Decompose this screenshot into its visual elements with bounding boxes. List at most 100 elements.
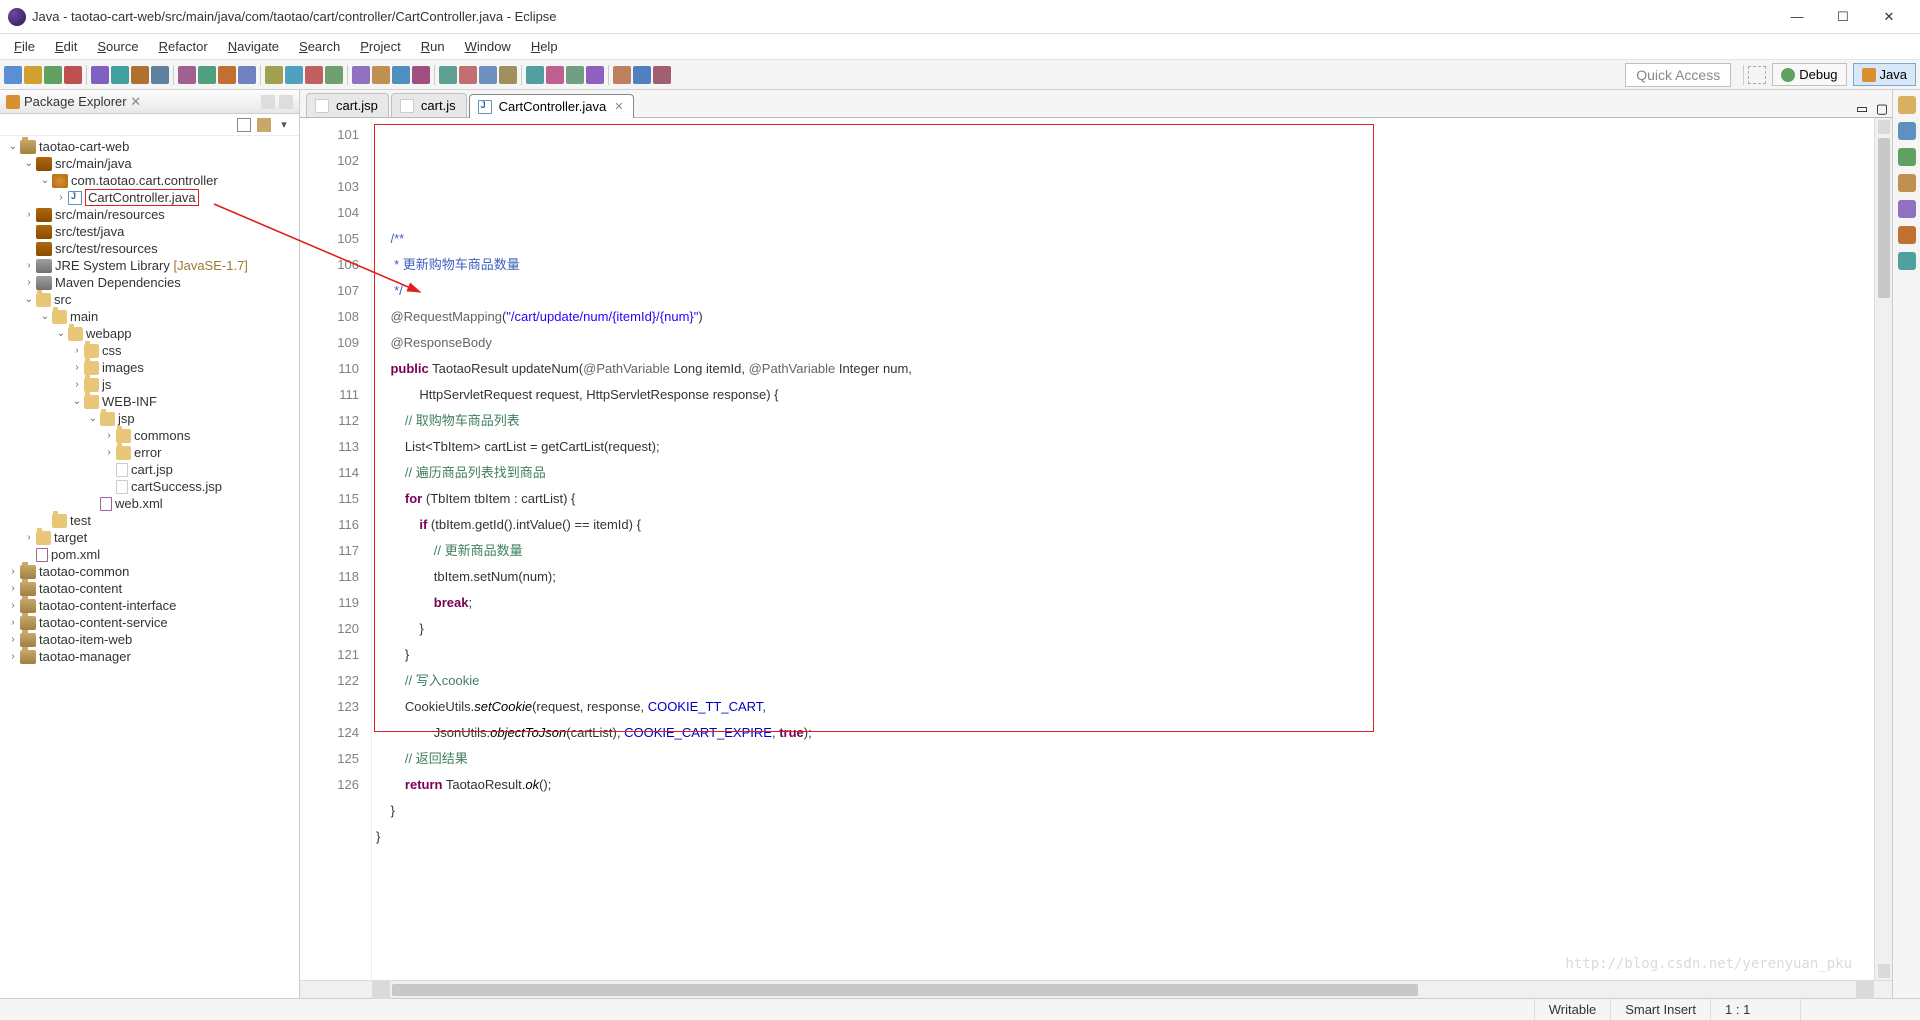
tree-node[interactable]: ⌄webapp [0, 325, 299, 342]
toolbar-icon-22[interactable] [479, 66, 497, 84]
toolbar-icon-21[interactable] [459, 66, 477, 84]
chevron-right-icon[interactable]: › [6, 651, 20, 662]
code-line[interactable]: } [376, 616, 1874, 642]
toolbar-icon-1[interactable] [24, 66, 42, 84]
perspective-debug[interactable]: Debug [1772, 63, 1846, 86]
menu-navigate[interactable]: Navigate [218, 36, 289, 57]
menu-window[interactable]: Window [455, 36, 521, 57]
toolbar-icon-8[interactable] [178, 66, 196, 84]
tree-node[interactable]: ⌄src [0, 291, 299, 308]
toolbar-icon-4[interactable] [91, 66, 109, 84]
tree-node[interactable]: ⌄taotao-cart-web [0, 138, 299, 155]
maximize-button[interactable]: ☐ [1820, 1, 1866, 33]
chevron-right-icon[interactable]: › [102, 430, 116, 441]
code-line[interactable]: */ [376, 278, 1874, 304]
code-line[interactable]: } [376, 824, 1874, 850]
code-line[interactable]: @ResponseBody [376, 330, 1874, 356]
toolbar-icon-20[interactable] [439, 66, 457, 84]
tree-node[interactable]: ›JRE System Library [JavaSE-1.7] [0, 257, 299, 274]
strip-icon-5[interactable] [1898, 226, 1916, 244]
toolbar-icon-7[interactable] [151, 66, 169, 84]
toolbar-icon-11[interactable] [238, 66, 256, 84]
menu-edit[interactable]: Edit [45, 36, 87, 57]
tree-node[interactable]: ⌄jsp [0, 410, 299, 427]
code-line[interactable]: break; [376, 590, 1874, 616]
chevron-down-icon[interactable]: ⌄ [22, 294, 36, 305]
menu-help[interactable]: Help [521, 36, 568, 57]
toolbar-icon-30[interactable] [653, 66, 671, 84]
toolbar-icon-12[interactable] [265, 66, 283, 84]
code-line[interactable]: // 遍历商品列表找到商品 [376, 460, 1874, 486]
strip-icon-2[interactable] [1898, 148, 1916, 166]
code-line[interactable]: List<TbItem> cartList = getCartList(requ… [376, 434, 1874, 460]
toolbar-icon-2[interactable] [44, 66, 62, 84]
menu-refactor[interactable]: Refactor [149, 36, 218, 57]
close-button[interactable]: ✕ [1866, 1, 1912, 33]
tree-node[interactable]: cart.jsp [0, 461, 299, 478]
chevron-down-icon[interactable]: ⌄ [6, 141, 20, 152]
chevron-right-icon[interactable]: › [6, 634, 20, 645]
toolbar-icon-26[interactable] [566, 66, 584, 84]
code-line[interactable]: @RequestMapping("/cart/update/num/{itemI… [376, 304, 1874, 330]
chevron-right-icon[interactable]: › [6, 617, 20, 628]
tree-node[interactable]: src/test/resources [0, 240, 299, 257]
tree-node[interactable]: ›CartController.java [0, 189, 299, 206]
chevron-down-icon[interactable]: ⌄ [38, 311, 52, 322]
chevron-down-icon[interactable]: ⌄ [22, 158, 36, 169]
toolbar-icon-0[interactable] [4, 66, 22, 84]
open-perspective-icon[interactable] [1748, 66, 1766, 84]
toolbar-icon-14[interactable] [305, 66, 323, 84]
strip-icon-4[interactable] [1898, 200, 1916, 218]
chevron-right-icon[interactable]: › [70, 345, 84, 356]
editor-maximize-icon[interactable]: ▢ [1874, 101, 1890, 117]
chevron-right-icon[interactable]: › [22, 260, 36, 271]
toolbar-icon-9[interactable] [198, 66, 216, 84]
chevron-right-icon[interactable]: › [102, 447, 116, 458]
tree-node[interactable]: ›js [0, 376, 299, 393]
code-line[interactable]: } [376, 798, 1874, 824]
toolbar-icon-18[interactable] [392, 66, 410, 84]
tree-node[interactable]: ›images [0, 359, 299, 376]
code-line[interactable]: // 写入cookie [376, 668, 1874, 694]
code-editor[interactable]: /** * 更新购物车商品数量 */ @RequestMapping("/car… [372, 118, 1874, 980]
code-line[interactable]: // 取购物车商品列表 [376, 408, 1874, 434]
toolbar-icon-19[interactable] [412, 66, 430, 84]
tree-node[interactable]: ›taotao-manager [0, 648, 299, 665]
chevron-down-icon[interactable]: ⌄ [38, 175, 52, 186]
menu-search[interactable]: Search [289, 36, 350, 57]
minimize-button[interactable]: — [1774, 1, 1820, 33]
toolbar-icon-3[interactable] [64, 66, 82, 84]
collapse-all-icon[interactable] [237, 118, 251, 132]
toolbar-icon-17[interactable] [372, 66, 390, 84]
toolbar-icon-13[interactable] [285, 66, 303, 84]
tree-node[interactable]: ⌄com.taotao.cart.controller [0, 172, 299, 189]
chevron-right-icon[interactable]: › [22, 532, 36, 543]
editor-tab[interactable]: cart.jsp [306, 93, 389, 117]
chevron-right-icon[interactable]: › [22, 277, 36, 288]
code-line[interactable]: /** [376, 226, 1874, 252]
chevron-right-icon[interactable]: › [70, 379, 84, 390]
chevron-down-icon[interactable]: ⌄ [54, 328, 68, 339]
editor-tab[interactable]: CartController.java✕ [469, 94, 635, 118]
tree-node[interactable]: ›taotao-item-web [0, 631, 299, 648]
code-line[interactable] [376, 200, 1874, 226]
view-minimize-icon[interactable] [261, 95, 275, 109]
tree-node[interactable]: src/test/java [0, 223, 299, 240]
chevron-right-icon[interactable]: › [6, 600, 20, 611]
toolbar-icon-6[interactable] [131, 66, 149, 84]
tree-node[interactable]: pom.xml [0, 546, 299, 563]
code-line[interactable]: JsonUtils.objectToJson(cartList), COOKIE… [376, 720, 1874, 746]
strip-icon-6[interactable] [1898, 252, 1916, 270]
menu-source[interactable]: Source [87, 36, 148, 57]
editor-minimize-icon[interactable]: ▭ [1854, 101, 1870, 117]
menu-run[interactable]: Run [411, 36, 455, 57]
toolbar-icon-24[interactable] [526, 66, 544, 84]
code-line[interactable]: * 更新购物车商品数量 [376, 252, 1874, 278]
toolbar-icon-28[interactable] [613, 66, 631, 84]
scroll-left-icon[interactable] [372, 981, 390, 999]
code-line[interactable]: // 返回结果 [376, 746, 1874, 772]
chevron-down-icon[interactable]: ⌄ [86, 413, 100, 424]
close-icon[interactable]: ✕ [614, 100, 623, 113]
strip-icon-1[interactable] [1898, 122, 1916, 140]
tree-node[interactable]: ›src/main/resources [0, 206, 299, 223]
